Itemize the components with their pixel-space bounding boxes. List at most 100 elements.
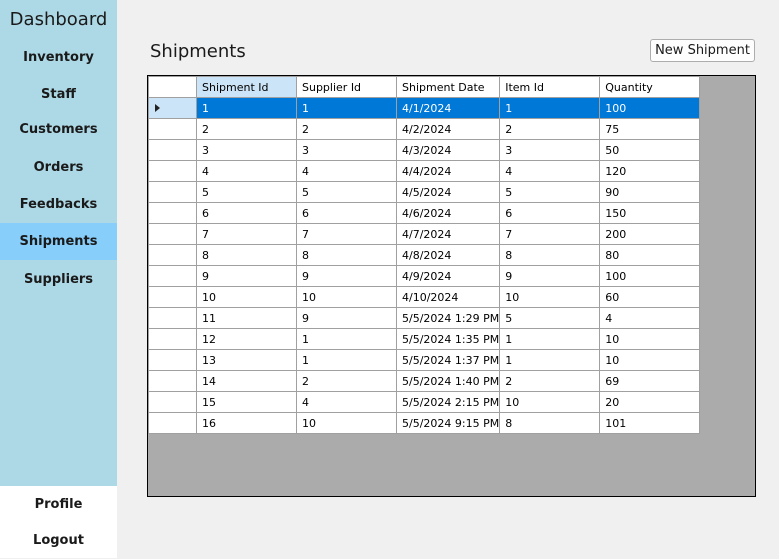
cell-quantity[interactable]: 50: [599, 139, 701, 161]
cell-shipment-id[interactable]: 2: [196, 118, 297, 140]
row-header[interactable]: [148, 118, 197, 140]
cell-supplier-id[interactable]: 4: [296, 160, 397, 182]
cell-shipment-date[interactable]: 4/2/2024: [395, 118, 501, 140]
cell-shipment-date[interactable]: 4/1/2024: [395, 97, 501, 119]
cell-quantity[interactable]: 101: [599, 412, 701, 434]
sidebar-item-shipments[interactable]: Shipments: [0, 223, 117, 260]
row-header[interactable]: [148, 202, 197, 224]
cell-supplier-id[interactable]: 2: [296, 118, 397, 140]
column-header-supplier-id[interactable]: Supplier Id: [296, 76, 397, 98]
cell-item-id[interactable]: 4: [499, 160, 601, 182]
cell-quantity[interactable]: 60: [599, 286, 701, 308]
cell-shipment-id[interactable]: 16: [196, 412, 297, 434]
sidebar-item-inventory[interactable]: Inventory: [0, 39, 117, 76]
cell-shipment-id[interactable]: 1: [196, 97, 297, 119]
row-header[interactable]: [148, 97, 197, 119]
cell-supplier-id[interactable]: 10: [296, 286, 397, 308]
cell-quantity[interactable]: 69: [599, 370, 701, 392]
cell-shipment-date[interactable]: 5/5/2024 1:37 PM: [395, 349, 501, 371]
cell-quantity[interactable]: 80: [599, 244, 701, 266]
cell-supplier-id[interactable]: 7: [296, 223, 397, 245]
cell-supplier-id[interactable]: 9: [296, 307, 397, 329]
cell-shipment-id[interactable]: 8: [196, 244, 297, 266]
cell-quantity[interactable]: 150: [599, 202, 701, 224]
column-header-item-id[interactable]: Item Id: [499, 76, 601, 98]
new-shipment-button[interactable]: New Shipment: [650, 39, 755, 62]
table-row[interactable]: 11 9 5/5/2024 1:29 PM 5 4: [148, 307, 701, 329]
cell-shipment-id[interactable]: 15: [196, 391, 297, 413]
row-header[interactable]: [148, 244, 197, 266]
cell-shipment-date[interactable]: 5/5/2024 9:15 PM: [395, 412, 501, 434]
nav-logout[interactable]: Logout: [0, 523, 117, 559]
table-row[interactable]: 4 4 4/4/2024 4 120: [148, 160, 701, 182]
cell-item-id[interactable]: 6: [499, 202, 601, 224]
cell-shipment-id[interactable]: 9: [196, 265, 297, 287]
column-header-shipment-date[interactable]: Shipment Date: [395, 76, 501, 98]
row-header[interactable]: [148, 328, 197, 350]
cell-quantity[interactable]: 20: [599, 391, 701, 413]
table-row[interactable]: 16 10 5/5/2024 9:15 PM 8 101: [148, 412, 701, 434]
column-header-quantity[interactable]: Quantity: [599, 76, 701, 98]
cell-shipment-id[interactable]: 10: [196, 286, 297, 308]
cell-item-id[interactable]: 1: [499, 349, 601, 371]
cell-item-id[interactable]: 9: [499, 265, 601, 287]
grid-corner-cell[interactable]: [148, 76, 197, 98]
cell-item-id[interactable]: 10: [499, 286, 601, 308]
cell-shipment-date[interactable]: 4/6/2024: [395, 202, 501, 224]
cell-shipment-id[interactable]: 7: [196, 223, 297, 245]
table-row[interactable]: 3 3 4/3/2024 3 50: [148, 139, 701, 161]
row-header[interactable]: [148, 160, 197, 182]
cell-shipment-date[interactable]: 4/4/2024: [395, 160, 501, 182]
cell-shipment-date[interactable]: 5/5/2024 1:40 PM: [395, 370, 501, 392]
cell-supplier-id[interactable]: 3: [296, 139, 397, 161]
cell-shipment-date[interactable]: 4/5/2024: [395, 181, 501, 203]
table-row[interactable]: 1 1 4/1/2024 1 100: [148, 97, 701, 119]
row-header[interactable]: [148, 265, 197, 287]
cell-shipment-date[interactable]: 5/5/2024 1:29 PM: [395, 307, 501, 329]
cell-supplier-id[interactable]: 9: [296, 265, 397, 287]
table-row[interactable]: 12 1 5/5/2024 1:35 PM 1 10: [148, 328, 701, 350]
row-header[interactable]: [148, 223, 197, 245]
cell-shipment-id[interactable]: 6: [196, 202, 297, 224]
cell-quantity[interactable]: 100: [599, 97, 701, 119]
cell-supplier-id[interactable]: 10: [296, 412, 397, 434]
table-row[interactable]: 2 2 4/2/2024 2 75: [148, 118, 701, 140]
cell-item-id[interactable]: 1: [499, 328, 601, 350]
cell-item-id[interactable]: 2: [499, 370, 601, 392]
nav-profile[interactable]: Profile: [0, 487, 117, 523]
cell-supplier-id[interactable]: 8: [296, 244, 397, 266]
table-row[interactable]: 9 9 4/9/2024 9 100: [148, 265, 701, 287]
cell-item-id[interactable]: 10: [499, 391, 601, 413]
row-header[interactable]: [148, 307, 197, 329]
cell-item-id[interactable]: 5: [499, 181, 601, 203]
cell-item-id[interactable]: 7: [499, 223, 601, 245]
cell-shipment-date[interactable]: 4/7/2024: [395, 223, 501, 245]
cell-supplier-id[interactable]: 1: [296, 328, 397, 350]
cell-supplier-id[interactable]: 5: [296, 181, 397, 203]
cell-supplier-id[interactable]: 1: [296, 97, 397, 119]
cell-shipment-id[interactable]: 4: [196, 160, 297, 182]
cell-quantity[interactable]: 100: [599, 265, 701, 287]
cell-item-id[interactable]: 8: [499, 244, 601, 266]
row-header[interactable]: [148, 139, 197, 161]
cell-item-id[interactable]: 1: [499, 97, 601, 119]
sidebar-item-customers[interactable]: Customers: [0, 111, 117, 148]
cell-quantity[interactable]: 120: [599, 160, 701, 182]
column-header-shipment-id[interactable]: Shipment Id: [196, 76, 297, 98]
sidebar-item-suppliers[interactable]: Suppliers: [0, 261, 117, 298]
cell-supplier-id[interactable]: 2: [296, 370, 397, 392]
cell-shipment-id[interactable]: 11: [196, 307, 297, 329]
sidebar-item-staff[interactable]: Staff: [0, 76, 117, 113]
table-row[interactable]: 13 1 5/5/2024 1:37 PM 1 10: [148, 349, 701, 371]
cell-item-id[interactable]: 8: [499, 412, 601, 434]
table-row[interactable]: 14 2 5/5/2024 1:40 PM 2 69: [148, 370, 701, 392]
cell-shipment-id[interactable]: 13: [196, 349, 297, 371]
cell-shipment-id[interactable]: 12: [196, 328, 297, 350]
table-row[interactable]: 10 10 4/10/2024 10 60: [148, 286, 701, 308]
cell-quantity[interactable]: 90: [599, 181, 701, 203]
table-row[interactable]: 6 6 4/6/2024 6 150: [148, 202, 701, 224]
cell-shipment-date[interactable]: 4/8/2024: [395, 244, 501, 266]
cell-supplier-id[interactable]: 6: [296, 202, 397, 224]
cell-shipment-date[interactable]: 4/3/2024: [395, 139, 501, 161]
cell-shipment-date[interactable]: 4/10/2024: [395, 286, 501, 308]
